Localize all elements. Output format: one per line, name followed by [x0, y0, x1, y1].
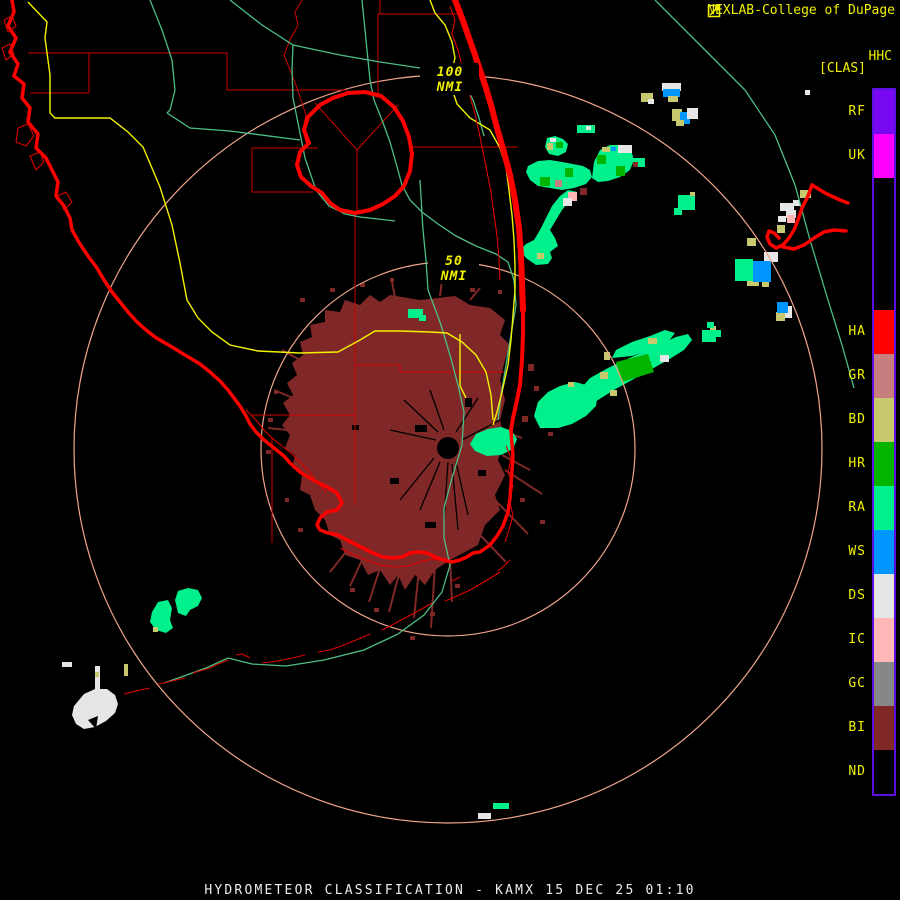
- legend-swatch-HR: [874, 442, 894, 486]
- legend-label-UK: UK: [848, 148, 866, 163]
- florida-keys: [123, 559, 511, 695]
- legend-swatch-ND: [874, 750, 894, 794]
- header: NEXLAB-College of DuPage: [707, 4, 895, 18]
- legend-swatch-BI: [874, 706, 894, 750]
- legend-swatch-DS: [874, 574, 894, 618]
- radar-site-hole: [437, 437, 459, 459]
- product-code: HHC: [868, 49, 892, 64]
- echo-southwest: [62, 588, 202, 729]
- lake-okeechobee: [295, 90, 414, 215]
- legend-label-IC: IC: [848, 632, 866, 647]
- echo-rain-cluster-north: [520, 125, 695, 265]
- legend-swatch-BD: [874, 398, 894, 442]
- legend-swatch-gap: [874, 178, 894, 310]
- legend-swatch-IC: [874, 618, 894, 662]
- ring-label-50nmi: 50 NMI: [429, 254, 479, 284]
- legend-swatch-GR: [874, 354, 894, 398]
- legend-swatch-GC: [874, 662, 894, 706]
- legend-swatch-WS: [874, 530, 894, 574]
- legend-label-GR: GR: [848, 368, 866, 383]
- station-flag-icon: [707, 4, 721, 18]
- radar-display: NEXLAB-College of DuPage HHC [CLAS] 100 …: [0, 0, 900, 900]
- echo-rain-band-east: [522, 326, 716, 436]
- legend-swatch-HA: [874, 310, 894, 354]
- echo-south-specks: [478, 803, 509, 819]
- radar-map: [1, 0, 855, 824]
- legend-swatch-RF: [874, 90, 894, 134]
- legend-label-GC: GC: [848, 676, 866, 691]
- echo-bahamas-cluster: [706, 190, 811, 340]
- legend-label-WS: WS: [848, 544, 866, 559]
- legend-label-ND: ND: [848, 764, 866, 779]
- legend-swatch-UK: [874, 134, 894, 178]
- legend-label-RF: RF: [848, 104, 866, 119]
- legend-label-BI: BI: [848, 720, 866, 735]
- footer-title: HYDROMETEOR CLASSIFICATION - KAMX 15 DEC…: [204, 883, 696, 898]
- brand-title: NEXLAB-College of DuPage: [707, 3, 895, 18]
- product-tag: [CLAS]: [819, 61, 866, 76]
- ring-label-100nmi: 100 NMI: [421, 65, 479, 95]
- echo-bi-blob: [266, 278, 545, 640]
- legend-swatch-RA: [874, 486, 894, 530]
- legend-label-HA: HA: [848, 324, 866, 339]
- legend-label-RA: RA: [848, 500, 866, 515]
- legend-label-HR: HR: [848, 456, 866, 471]
- echo-small-clusters-far-ne: [641, 83, 810, 126]
- legend-label-BD: BD: [848, 412, 866, 427]
- legend-color-bar: [872, 88, 896, 796]
- legend-label-DS: DS: [848, 588, 866, 603]
